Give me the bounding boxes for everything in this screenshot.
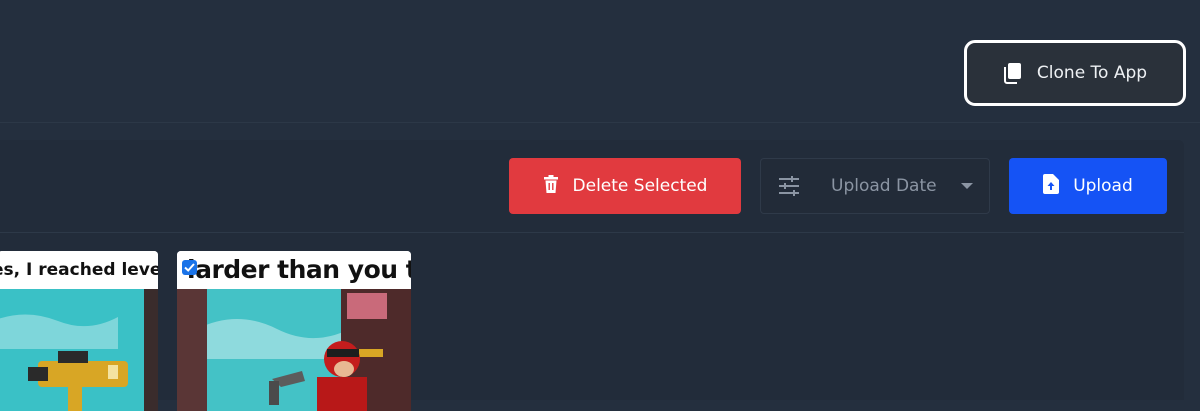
media-card[interactable]: es, I reached level 3	[0, 251, 158, 411]
copy-icon	[1003, 62, 1023, 84]
chevron-down-icon	[961, 183, 973, 189]
clone-to-app-button[interactable]: Clone To App	[964, 40, 1186, 106]
trash-icon	[543, 174, 559, 198]
media-card-caption: es, I reached level 3	[0, 251, 158, 289]
delete-selected-label: Delete Selected	[572, 176, 708, 196]
media-card-caption: larder than you think	[177, 251, 411, 289]
file-upload-icon	[1043, 173, 1060, 199]
media-thumbnail	[177, 289, 411, 411]
sort-select-value: Upload Date	[831, 176, 937, 196]
media-thumbnail	[0, 289, 158, 411]
upload-button[interactable]: Upload	[1009, 158, 1167, 214]
clone-to-app-label: Clone To App	[1036, 63, 1148, 83]
upload-label: Upload	[1073, 176, 1133, 196]
delete-selected-button[interactable]: Delete Selected	[509, 158, 741, 214]
select-checkbox[interactable]	[182, 260, 197, 275]
filter-sliders-icon	[777, 175, 803, 197]
media-card[interactable]: larder than you think	[177, 251, 411, 411]
sort-select[interactable]: Upload Date	[760, 158, 990, 214]
check-icon	[184, 263, 195, 272]
toolbar-divider	[0, 232, 1184, 233]
